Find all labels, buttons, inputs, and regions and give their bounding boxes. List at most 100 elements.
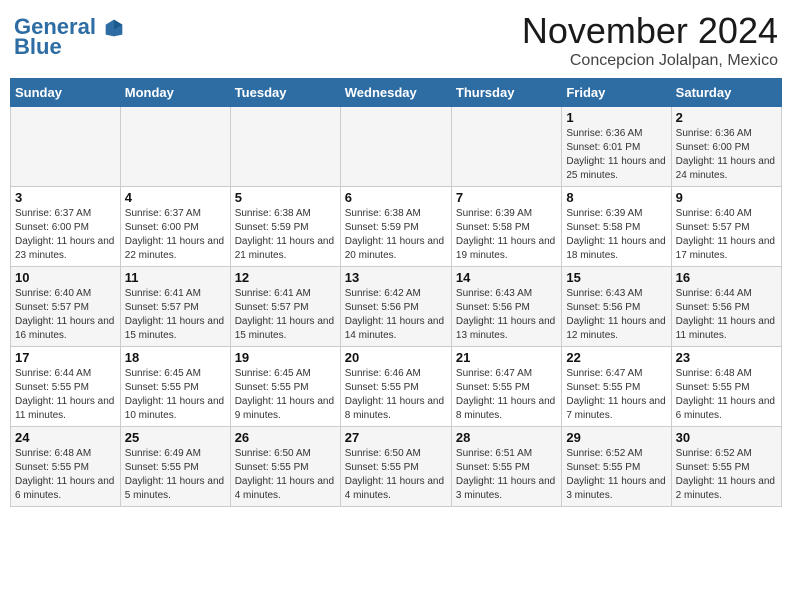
weekday-header-wednesday: Wednesday	[340, 79, 451, 107]
calendar-cell: 29 Sunrise: 6:52 AMSunset: 5:55 PMDayligh…	[562, 427, 671, 507]
day-info: Sunrise: 6:41 AMSunset: 5:57 PMDaylight:…	[235, 287, 336, 343]
day-info: Sunrise: 6:40 AMSunset: 5:57 PMDaylight:…	[676, 207, 777, 263]
calendar-cell: 15 Sunrise: 6:43 AMSunset: 5:56 PMDayligh…	[562, 267, 671, 347]
weekday-header-row: SundayMondayTuesdayWednesdayThursdayFrid…	[11, 79, 782, 107]
day-info: Sunrise: 6:48 AMSunset: 5:55 PMDaylight:…	[676, 367, 777, 423]
day-number: 6	[345, 190, 447, 205]
calendar-cell	[11, 107, 121, 187]
day-number: 17	[15, 350, 116, 365]
day-number: 19	[235, 350, 336, 365]
month-title: November 2024	[522, 10, 778, 52]
day-info: Sunrise: 6:38 AMSunset: 5:59 PMDaylight:…	[345, 207, 447, 263]
calendar-cell: 5 Sunrise: 6:38 AMSunset: 5:59 PMDaylight…	[230, 187, 340, 267]
day-info: Sunrise: 6:40 AMSunset: 5:57 PMDaylight:…	[15, 287, 116, 343]
day-number: 20	[345, 350, 447, 365]
calendar-cell: 13 Sunrise: 6:42 AMSunset: 5:56 PMDayligh…	[340, 267, 451, 347]
calendar-cell: 7 Sunrise: 6:39 AMSunset: 5:58 PMDaylight…	[451, 187, 561, 267]
day-number: 13	[345, 270, 447, 285]
calendar-cell: 24Sunrise: 6:48 AMSunset: 5:55 PMDayligh…	[11, 427, 121, 507]
calendar-cell: 12Sunrise: 6:41 AMSunset: 5:57 PMDayligh…	[230, 267, 340, 347]
weekday-header-saturday: Saturday	[671, 79, 781, 107]
calendar-week-4: 17 Sunrise: 6:44 AMSunset: 5:55 PMDayligh…	[11, 347, 782, 427]
day-number: 29	[566, 430, 666, 445]
header: General Blue November 2024 Concepcion Jo…	[10, 10, 782, 70]
day-number: 14	[456, 270, 557, 285]
weekday-header-friday: Friday	[562, 79, 671, 107]
day-info: Sunrise: 6:47 AMSunset: 5:55 PMDaylight:…	[566, 367, 666, 423]
day-info: Sunrise: 6:39 AMSunset: 5:58 PMDaylight:…	[456, 207, 557, 263]
calendar-cell: 6 Sunrise: 6:38 AMSunset: 5:59 PMDaylight…	[340, 187, 451, 267]
day-number: 22	[566, 350, 666, 365]
day-info: Sunrise: 6:47 AMSunset: 5:55 PMDaylight:…	[456, 367, 557, 423]
day-info: Sunrise: 6:44 AMSunset: 5:56 PMDaylight:…	[676, 287, 777, 343]
day-number: 10	[15, 270, 116, 285]
calendar-cell: 2 Sunrise: 6:36 AMSunset: 6:00 PMDaylight…	[671, 107, 781, 187]
calendar-cell: 18 Sunrise: 6:45 AMSunset: 5:55 PMDayligh…	[120, 347, 230, 427]
day-number: 5	[235, 190, 336, 205]
calendar-cell: 9Sunrise: 6:40 AMSunset: 5:57 PMDaylight…	[671, 187, 781, 267]
calendar-cell: 25Sunrise: 6:49 AMSunset: 5:55 PMDayligh…	[120, 427, 230, 507]
calendar-cell: 10 Sunrise: 6:40 AMSunset: 5:57 PMDayligh…	[11, 267, 121, 347]
day-number: 15	[566, 270, 666, 285]
day-info: Sunrise: 6:50 AMSunset: 5:55 PMDaylight:…	[345, 447, 447, 503]
day-number: 27	[345, 430, 447, 445]
day-number: 2	[676, 110, 777, 125]
calendar-week-3: 10 Sunrise: 6:40 AMSunset: 5:57 PMDayligh…	[11, 267, 782, 347]
calendar-cell: 20 Sunrise: 6:46 AMSunset: 5:55 PMDayligh…	[340, 347, 451, 427]
day-info: Sunrise: 6:50 AMSunset: 5:55 PMDaylight:…	[235, 447, 336, 503]
day-number: 18	[125, 350, 226, 365]
day-info: Sunrise: 6:43 AMSunset: 5:56 PMDaylight:…	[566, 287, 666, 343]
weekday-header-thursday: Thursday	[451, 79, 561, 107]
day-number: 4	[125, 190, 226, 205]
day-info: Sunrise: 6:42 AMSunset: 5:56 PMDaylight:…	[345, 287, 447, 343]
calendar-cell: 1 Sunrise: 6:36 AMSunset: 6:01 PMDaylight…	[562, 107, 671, 187]
calendar: SundayMondayTuesdayWednesdayThursdayFrid…	[10, 78, 782, 507]
day-number: 26	[235, 430, 336, 445]
weekday-header-sunday: Sunday	[11, 79, 121, 107]
day-number: 1	[566, 110, 666, 125]
title-area: November 2024 Concepcion Jolalpan, Mexic…	[522, 10, 778, 70]
location-title: Concepcion Jolalpan, Mexico	[522, 52, 778, 70]
calendar-cell: 16 Sunrise: 6:44 AMSunset: 5:56 PMDayligh…	[671, 267, 781, 347]
day-number: 16	[676, 270, 777, 285]
calendar-cell: 19 Sunrise: 6:45 AMSunset: 5:55 PMDayligh…	[230, 347, 340, 427]
calendar-cell	[230, 107, 340, 187]
weekday-header-monday: Monday	[120, 79, 230, 107]
day-number: 24	[15, 430, 116, 445]
day-info: Sunrise: 6:45 AMSunset: 5:55 PMDaylight:…	[235, 367, 336, 423]
day-number: 7	[456, 190, 557, 205]
calendar-week-1: 1 Sunrise: 6:36 AMSunset: 6:01 PMDaylight…	[11, 107, 782, 187]
day-info: Sunrise: 6:36 AMSunset: 6:00 PMDaylight:…	[676, 127, 777, 183]
calendar-cell: 14Sunrise: 6:43 AMSunset: 5:56 PMDayligh…	[451, 267, 561, 347]
calendar-cell: 21 Sunrise: 6:47 AMSunset: 5:55 PMDayligh…	[451, 347, 561, 427]
calendar-week-2: 3 Sunrise: 6:37 AMSunset: 6:00 PMDaylight…	[11, 187, 782, 267]
day-number: 30	[676, 430, 777, 445]
day-info: Sunrise: 6:41 AMSunset: 5:57 PMDaylight:…	[125, 287, 226, 343]
day-info: Sunrise: 6:52 AMSunset: 5:55 PMDaylight:…	[566, 447, 666, 503]
day-number: 8	[566, 190, 666, 205]
calendar-cell: 17 Sunrise: 6:44 AMSunset: 5:55 PMDayligh…	[11, 347, 121, 427]
calendar-cell: 11Sunrise: 6:41 AMSunset: 5:57 PMDayligh…	[120, 267, 230, 347]
weekday-header-tuesday: Tuesday	[230, 79, 340, 107]
calendar-cell	[120, 107, 230, 187]
day-info: Sunrise: 6:37 AMSunset: 6:00 PMDaylight:…	[15, 207, 116, 263]
day-number: 3	[15, 190, 116, 205]
calendar-cell: 26 Sunrise: 6:50 AMSunset: 5:55 PMDayligh…	[230, 427, 340, 507]
calendar-cell: 3 Sunrise: 6:37 AMSunset: 6:00 PMDaylight…	[11, 187, 121, 267]
day-info: Sunrise: 6:45 AMSunset: 5:55 PMDaylight:…	[125, 367, 226, 423]
day-number: 23	[676, 350, 777, 365]
calendar-cell	[340, 107, 451, 187]
day-info: Sunrise: 6:38 AMSunset: 5:59 PMDaylight:…	[235, 207, 336, 263]
calendar-cell: 28Sunrise: 6:51 AMSunset: 5:55 PMDayligh…	[451, 427, 561, 507]
day-number: 28	[456, 430, 557, 445]
calendar-cell: 22 Sunrise: 6:47 AMSunset: 5:55 PMDayligh…	[562, 347, 671, 427]
day-info: Sunrise: 6:49 AMSunset: 5:55 PMDaylight:…	[125, 447, 226, 503]
day-info: Sunrise: 6:39 AMSunset: 5:58 PMDaylight:…	[566, 207, 666, 263]
day-number: 21	[456, 350, 557, 365]
day-info: Sunrise: 6:46 AMSunset: 5:55 PMDaylight:…	[345, 367, 447, 423]
day-info: Sunrise: 6:36 AMSunset: 6:01 PMDaylight:…	[566, 127, 666, 183]
day-info: Sunrise: 6:52 AMSunset: 5:55 PMDaylight:…	[676, 447, 777, 503]
calendar-cell: 23 Sunrise: 6:48 AMSunset: 5:55 PMDayligh…	[671, 347, 781, 427]
calendar-cell: 8 Sunrise: 6:39 AMSunset: 5:58 PMDaylight…	[562, 187, 671, 267]
day-info: Sunrise: 6:44 AMSunset: 5:55 PMDaylight:…	[15, 367, 116, 423]
